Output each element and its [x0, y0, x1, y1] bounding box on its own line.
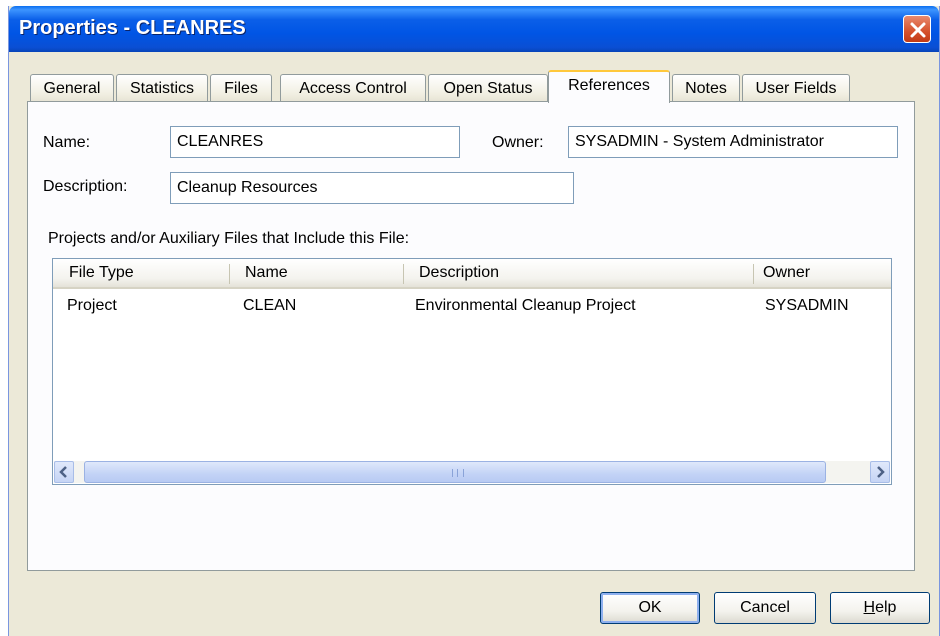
dialog-title: Properties - CLEANRES — [19, 17, 246, 39]
scroll-right-button[interactable] — [870, 461, 890, 483]
tab-label: Access Control — [299, 80, 407, 97]
cell-description: Environmental Cleanup Project — [415, 297, 636, 314]
tab-label: Files — [224, 80, 258, 97]
tab-notes[interactable]: Notes — [672, 74, 740, 102]
owner-field[interactable]: SYSADMIN - System Administrator — [568, 126, 898, 158]
column-header-description[interactable]: Description — [409, 259, 499, 287]
list-header: File Type Name Description Owner — [53, 259, 891, 289]
help-accesskey: H — [863, 599, 876, 616]
chevron-left-icon — [59, 466, 67, 478]
column-header-name[interactable]: Name — [235, 259, 288, 287]
tab-label: User Fields — [755, 80, 837, 97]
cell-name: CLEAN — [243, 297, 297, 314]
tab-references[interactable]: References — [548, 70, 670, 103]
help-button[interactable]: Help — [830, 592, 930, 624]
tab-label: Notes — [685, 80, 727, 97]
name-field[interactable]: CLEANRES — [170, 126, 460, 158]
close-icon — [910, 22, 926, 38]
column-divider[interactable] — [229, 264, 230, 284]
tab-label: References — [568, 77, 650, 94]
grip-icon — [452, 469, 464, 477]
tab-label: Open Status — [443, 80, 533, 97]
owner-label: Owner: — [492, 134, 544, 151]
description-label: Description: — [43, 178, 128, 195]
scroll-thumb[interactable] — [84, 461, 826, 483]
list-caption: Projects and/or Auxiliary Files that Inc… — [48, 230, 410, 247]
references-list[interactable]: File Type Name Description Owner Project… — [52, 258, 892, 485]
tab-access-control[interactable]: Access Control — [280, 74, 426, 102]
ok-button[interactable]: OK — [600, 592, 700, 624]
tab-user-fields[interactable]: User Fields — [742, 74, 850, 102]
tab-open-status[interactable]: Open Status — [428, 74, 548, 102]
cell-owner: SYSADMIN — [765, 297, 849, 314]
help-label: elp — [875, 599, 897, 616]
column-header-owner[interactable]: Owner — [753, 259, 810, 287]
tab-general[interactable]: General — [30, 74, 114, 102]
chevron-right-icon — [877, 466, 885, 478]
description-field[interactable]: Cleanup Resources — [170, 172, 574, 204]
close-button[interactable] — [903, 15, 931, 43]
tab-label: General — [43, 80, 101, 97]
tab-statistics[interactable]: Statistics — [116, 74, 208, 102]
cell-file-type: Project — [67, 297, 117, 314]
scroll-left-button[interactable] — [54, 461, 74, 483]
column-header-file-type[interactable]: File Type — [59, 259, 134, 287]
column-divider[interactable] — [403, 264, 404, 284]
cancel-button[interactable]: Cancel — [714, 592, 816, 624]
horizontal-scrollbar[interactable] — [54, 461, 890, 483]
tab-files[interactable]: Files — [210, 74, 272, 102]
title-bar[interactable]: Properties - CLEANRES — [9, 6, 939, 52]
name-label: Name: — [43, 134, 91, 151]
tab-label: Statistics — [129, 80, 194, 97]
